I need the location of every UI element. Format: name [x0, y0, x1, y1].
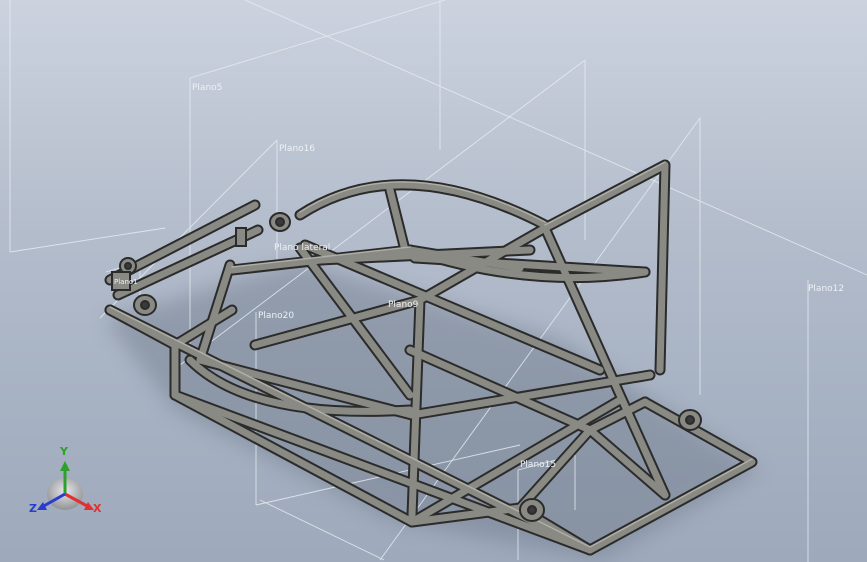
plane-outline-inner — [259, 499, 385, 561]
triad-x-label: X — [93, 502, 102, 515]
plane-label-plano16[interactable]: Plano16 — [279, 144, 315, 154]
triad-y-label: Y — [60, 445, 68, 458]
plane-label-small[interactable]: Plano1 — [114, 278, 138, 286]
plane-label-plano12[interactable]: Plano12 — [808, 284, 844, 294]
plane-label-plano9[interactable]: Plano9 — [388, 300, 418, 310]
reference-triad[interactable]: Y X Z — [28, 445, 108, 527]
plane-outline-back2 — [9, 227, 166, 253]
mount-tab-front-left — [133, 294, 157, 316]
plane-label-plano5[interactable]: Plano5 — [192, 83, 222, 93]
triad-graphic — [37, 461, 94, 510]
graphics-viewport[interactable]: Plano5 Plano16 Plano lateral Plano9 Plan… — [0, 0, 867, 562]
mount-tab-rear-right — [678, 409, 702, 431]
plane-label-lateral[interactable]: Plano lateral — [274, 243, 330, 253]
mount-tab-front-top — [269, 212, 291, 232]
plane-label-plano20[interactable]: Plano20 — [258, 311, 294, 321]
mount-tab-rear-bottom — [519, 498, 545, 522]
plane-label-plano15[interactable]: Plano15 — [520, 460, 556, 470]
triad-z-label: Z — [29, 502, 37, 515]
tube-frame[interactable] — [104, 159, 758, 556]
plane-outline-plano5 — [189, 0, 446, 79]
plane-outline-top — [244, 0, 867, 276]
